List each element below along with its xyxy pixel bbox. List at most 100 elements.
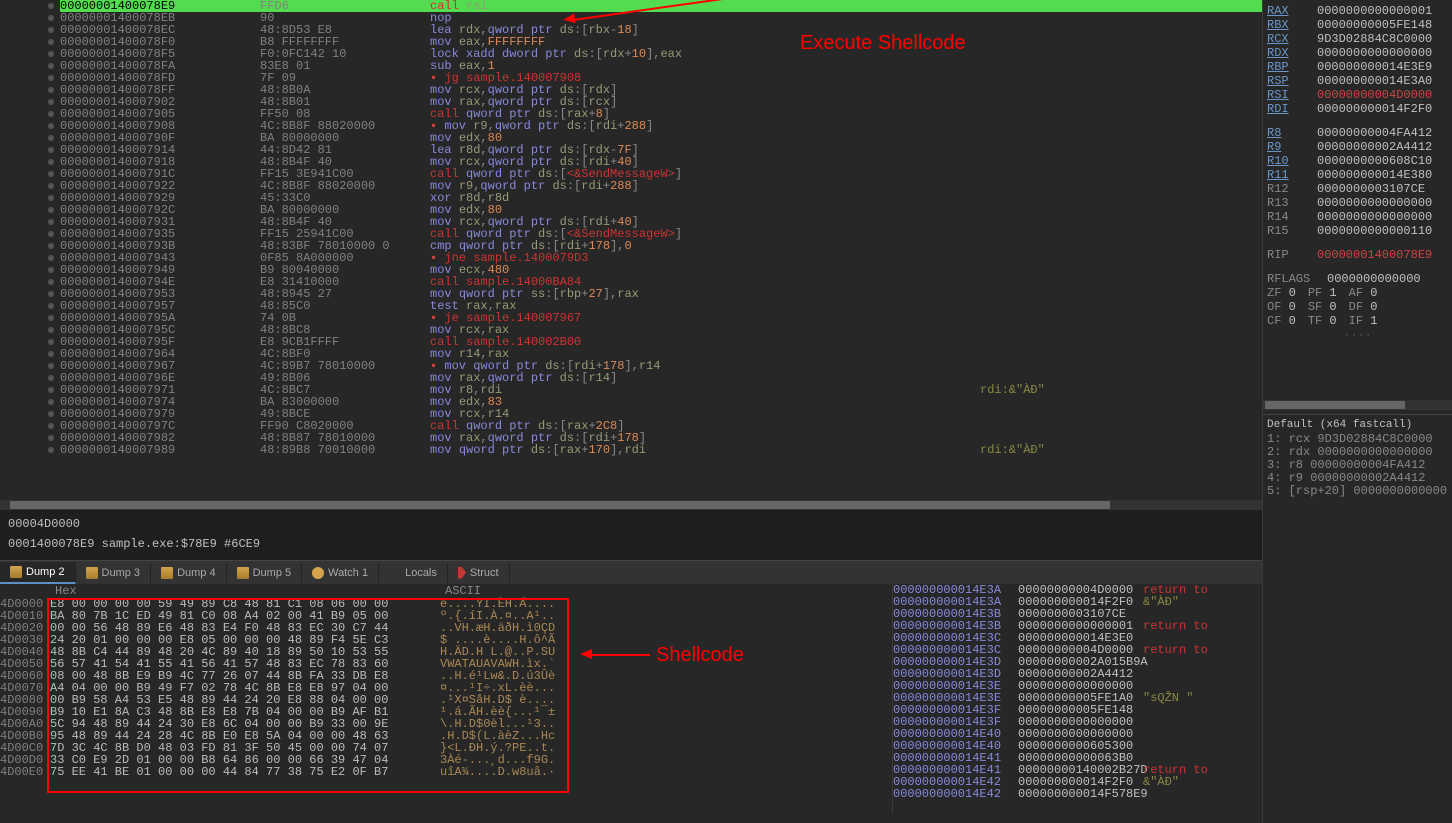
breakpoint-slot[interactable] xyxy=(48,339,54,345)
register-row[interactable]: R120000000003107CE xyxy=(1267,182,1448,196)
disasm-row[interactable]: 000000014000798948:89B8 70010000mov qwor… xyxy=(60,444,1262,456)
tab-locals[interactable]: Locals xyxy=(379,563,448,583)
register-row[interactable]: RCX9D3D02884C8C0000 xyxy=(1267,32,1448,46)
register-row[interactable]: R140000000000000000 xyxy=(1267,210,1448,224)
tab-struct[interactable]: Struct xyxy=(448,563,510,583)
disasm-row[interactable]: 000000014000791444:8D42 81lea r8d,qword … xyxy=(60,144,1262,156)
breakpoint-slot[interactable] xyxy=(48,423,54,429)
breakpoint-slot[interactable] xyxy=(48,111,54,117)
disasm-row[interactable]: 000000014000790248:8B01mov rax,qword ptr… xyxy=(60,96,1262,108)
disasm-row[interactable]: 000000014000797CFF90 C8020000call qword … xyxy=(60,420,1262,432)
breakpoint-slot[interactable] xyxy=(48,351,54,357)
disasm-row[interactable]: 000000014000795748:85C0test rax,rax xyxy=(60,300,1262,312)
breakpoint-slot[interactable] xyxy=(48,51,54,57)
tab-watch1[interactable]: Watch 1 xyxy=(302,563,379,583)
disasm-row[interactable]: 0000000140007949B9 80040000mov ecx,480 xyxy=(60,264,1262,276)
breakpoint-slot[interactable] xyxy=(48,447,54,453)
breakpoint-slot[interactable] xyxy=(48,327,54,333)
tab-dump4[interactable]: Dump 4 xyxy=(151,563,227,583)
breakpoint-slot[interactable] xyxy=(48,75,54,81)
register-row[interactable]: RSI00000000004D0000 xyxy=(1267,88,1448,102)
breakpoint-slot[interactable] xyxy=(48,255,54,261)
register-row[interactable]: R11000000000014E380 xyxy=(1267,168,1448,182)
disasm-row[interactable]: 00000001400078F5F0:0FC142 10lock xadd dw… xyxy=(60,48,1262,60)
disasm-row[interactable]: 00000001400079224C:8B8F 88020000mov r9,q… xyxy=(60,180,1262,192)
disasm-row[interactable]: 00000001400079644C:8BF0mov r14,rax xyxy=(60,348,1262,360)
breakpoint-slot[interactable] xyxy=(48,243,54,249)
breakpoint-slot[interactable] xyxy=(48,99,54,105)
breakpoint-slot[interactable] xyxy=(48,303,54,309)
disasm-row[interactable]: 0000000140007935FF15 25941C00call qword … xyxy=(60,228,1262,240)
register-row[interactable]: RSP000000000014E3A0 xyxy=(1267,74,1448,88)
disasm-row[interactable]: 00000001400078FD7F 09▪ jg sample.1400079… xyxy=(60,72,1262,84)
breakpoint-slot[interactable] xyxy=(48,183,54,189)
registers-panel[interactable]: RAX0000000000000001RBX00000000005FE148RC… xyxy=(1262,0,1452,823)
register-row[interactable]: RDI000000000014F2F0 xyxy=(1267,102,1448,116)
disasm-row[interactable]: 000000014000792CBA 80000000mov edx,80 xyxy=(60,204,1262,216)
disasm-row[interactable]: 00000001400078FF48:8B0Amov rcx,qword ptr… xyxy=(60,84,1262,96)
breakpoint-slot[interactable] xyxy=(48,279,54,285)
disasm-row[interactable]: 000000014000793B48:83BF 78010000 0cmp qw… xyxy=(60,240,1262,252)
stack-panel[interactable]: 000000000014E3A00000000004D0000return to… xyxy=(892,584,1262,814)
hex-row[interactable]: 4D00E075 EE 41 BE 01 00 00 00 44 84 77 3… xyxy=(0,766,892,778)
breakpoint-slot[interactable] xyxy=(48,387,54,393)
disasm-row[interactable]: 00000001400078EB90nop xyxy=(60,12,1262,24)
breakpoint-slot[interactable] xyxy=(48,135,54,141)
breakpoint-slot[interactable] xyxy=(48,27,54,33)
register-row[interactable]: R150000000000000110 xyxy=(1267,224,1448,238)
breakpoint-slot[interactable] xyxy=(48,39,54,45)
disasm-row[interactable]: 00000001400079084C:8B8F 88020000▪ mov r9… xyxy=(60,120,1262,132)
register-row[interactable]: R800000000004FA412 xyxy=(1267,126,1448,140)
disasm-row[interactable]: 00000001400078EC48:8D53 E8lea rdx,qword … xyxy=(60,24,1262,36)
disasm-scrollbar-h[interactable] xyxy=(0,500,1262,510)
registers-scrollbar[interactable] xyxy=(1263,400,1452,410)
register-row[interactable]: RAX0000000000000001 xyxy=(1267,4,1448,18)
disasm-row[interactable]: 0000000140007905FF50 08call qword ptr ds… xyxy=(60,108,1262,120)
disasm-row[interactable]: 000000014000794EE8 31410000call sample.1… xyxy=(60,276,1262,288)
disasm-row[interactable]: 000000014000791CFF15 3E941C00call qword … xyxy=(60,168,1262,180)
disasm-row[interactable]: 000000014000797949:8BCEmov rcx,r14 xyxy=(60,408,1262,420)
breakpoint-slot[interactable] xyxy=(48,15,54,21)
tab-dump2[interactable]: Dump 2 xyxy=(0,562,76,584)
disasm-row[interactable]: 000000014000795A74 0B▪ je sample.1400079… xyxy=(60,312,1262,324)
disasm-row[interactable]: 000000014000796E49:8B06mov rax,qword ptr… xyxy=(60,372,1262,384)
register-row[interactable]: RBP000000000014E3E9 xyxy=(1267,60,1448,74)
breakpoint-slot[interactable] xyxy=(48,363,54,369)
breakpoint-slot[interactable] xyxy=(48,171,54,177)
breakpoint-slot[interactable] xyxy=(48,399,54,405)
register-row[interactable]: RBX00000000005FE148 xyxy=(1267,18,1448,32)
breakpoint-slot[interactable] xyxy=(48,435,54,441)
disassembly-panel[interactable]: 00000001400078E9FFD6call rsi000000014000… xyxy=(0,0,1262,510)
disasm-row[interactable]: 000000014000795C48:8BC8mov rcx,rax xyxy=(60,324,1262,336)
breakpoint-gutter[interactable] xyxy=(0,0,55,510)
disasm-row[interactable]: 000000014000790FBA 80000000mov edx,80 xyxy=(60,132,1262,144)
tab-dump5[interactable]: Dump 5 xyxy=(227,563,303,583)
hex-dump-panel[interactable]: Hex ASCII 4D0000E8 00 00 00 00 59 49 89 … xyxy=(0,584,892,814)
disasm-row[interactable]: 00000001400079714C:8BC7mov r8,rdirdi:&"À… xyxy=(60,384,1262,396)
breakpoint-slot[interactable] xyxy=(48,267,54,273)
disasm-row[interactable]: 000000014000798248:8B87 78010000mov rax,… xyxy=(60,432,1262,444)
breakpoint-slot[interactable] xyxy=(48,315,54,321)
disasm-row[interactable]: 00000001400078FA83E8 01sub eax,1 xyxy=(60,60,1262,72)
breakpoint-slot[interactable] xyxy=(48,411,54,417)
stack-row[interactable]: 000000000014E42000000000014F578E9 xyxy=(893,788,1262,800)
register-row[interactable]: R900000000002A4412 xyxy=(1267,140,1448,154)
breakpoint-slot[interactable] xyxy=(48,195,54,201)
breakpoint-slot[interactable] xyxy=(48,291,54,297)
register-row[interactable]: R100000000000608C10 xyxy=(1267,154,1448,168)
breakpoint-slot[interactable] xyxy=(48,3,54,9)
breakpoint-slot[interactable] xyxy=(48,123,54,129)
disasm-row[interactable]: 00000001400079674C:89B7 78010000▪ mov qw… xyxy=(60,360,1262,372)
breakpoint-slot[interactable] xyxy=(48,87,54,93)
breakpoint-slot[interactable] xyxy=(48,147,54,153)
breakpoint-slot[interactable] xyxy=(48,231,54,237)
register-row[interactable]: RDX0000000000000000 xyxy=(1267,46,1448,60)
breakpoint-slot[interactable] xyxy=(48,375,54,381)
register-row[interactable]: R130000000000000000 xyxy=(1267,196,1448,210)
disasm-row[interactable]: 0000000140007974BA 83000000mov edx,83 xyxy=(60,396,1262,408)
disasm-row[interactable]: 000000014000795FE8 9CB1FFFFcall sample.1… xyxy=(60,336,1262,348)
disasm-row[interactable]: 000000014000792945:33C0xor r8d,r8d xyxy=(60,192,1262,204)
breakpoint-slot[interactable] xyxy=(48,159,54,165)
breakpoint-slot[interactable] xyxy=(48,219,54,225)
disasm-row[interactable]: 000000014000795348:8945 27mov qword ptr … xyxy=(60,288,1262,300)
